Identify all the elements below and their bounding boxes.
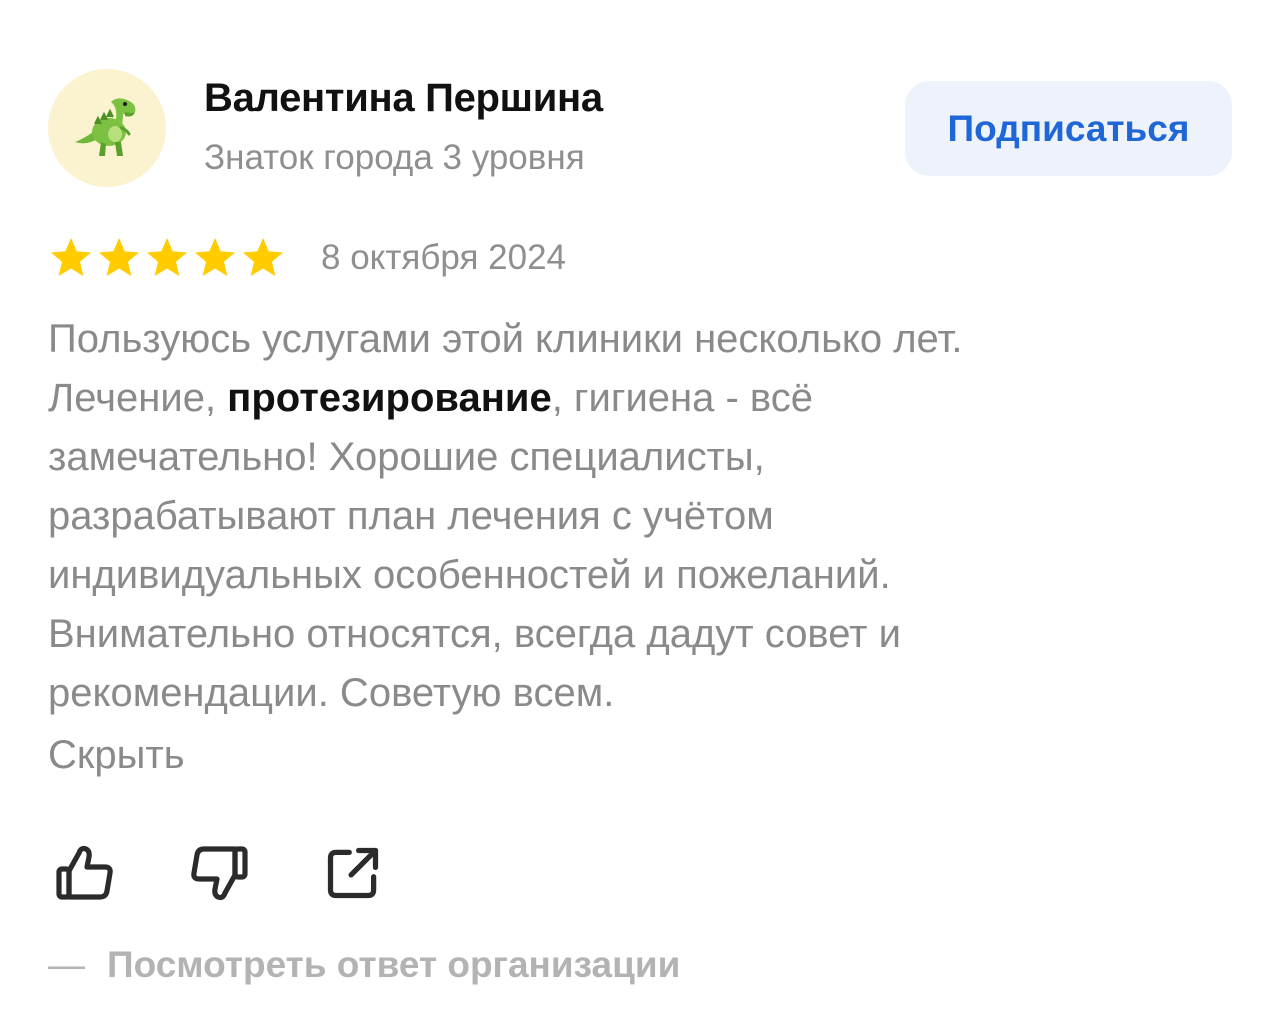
review-text: Пользуюсь услугами этой клиники нескольк… xyxy=(48,310,1198,723)
org-reply-label: Посмотреть ответ организации xyxy=(107,944,681,985)
avatar[interactable] xyxy=(48,69,166,187)
review-text-line: замечательно! Хорошие специалисты, xyxy=(48,435,765,479)
thumbs-up-icon xyxy=(53,841,117,905)
star-icon xyxy=(96,236,142,280)
review-text-line: индивидуальных особенностей и пожеланий. xyxy=(48,553,891,597)
share-button[interactable] xyxy=(318,838,388,908)
dinosaur-icon xyxy=(65,86,149,170)
review-text-line: Пользуюсь услугами этой клиники нескольк… xyxy=(48,317,963,361)
review-text-line: разрабатывают план лечения с учётом xyxy=(48,494,774,538)
review-date: 8 октября 2024 xyxy=(321,238,566,277)
dislike-button[interactable] xyxy=(184,838,254,908)
star-icon xyxy=(144,236,190,280)
share-icon xyxy=(323,843,383,903)
review-text-highlight: протезирование xyxy=(227,376,552,420)
thumbs-down-icon xyxy=(187,841,251,905)
review-text-line: рекомендации. Советую всем. xyxy=(48,671,615,715)
review-text-line: Лечение, протезирование, гигиена - всё xyxy=(48,369,1198,428)
review-text-line: Внимательно относятся, всегда дадут сове… xyxy=(48,612,901,656)
author-name[interactable]: Валентина Першина xyxy=(204,76,603,121)
star-rating xyxy=(48,236,286,280)
author-level: Знаток города 3 уровня xyxy=(204,138,585,177)
review-text-fragment: , гигиена - всё xyxy=(551,376,813,420)
star-icon xyxy=(192,236,238,280)
view-org-reply-link[interactable]: — Посмотреть ответ организации xyxy=(48,944,680,986)
hide-review-link[interactable]: Скрыть xyxy=(48,726,185,785)
like-button[interactable] xyxy=(50,838,120,908)
subscribe-button[interactable]: Подписаться xyxy=(905,81,1232,176)
org-reply-dash: — xyxy=(48,944,85,985)
review-text-fragment: Лечение, xyxy=(48,376,228,420)
review-card: Валентина Першина Знаток города 3 уровня… xyxy=(0,0,1280,1019)
star-icon xyxy=(48,236,94,280)
star-icon xyxy=(240,236,286,280)
